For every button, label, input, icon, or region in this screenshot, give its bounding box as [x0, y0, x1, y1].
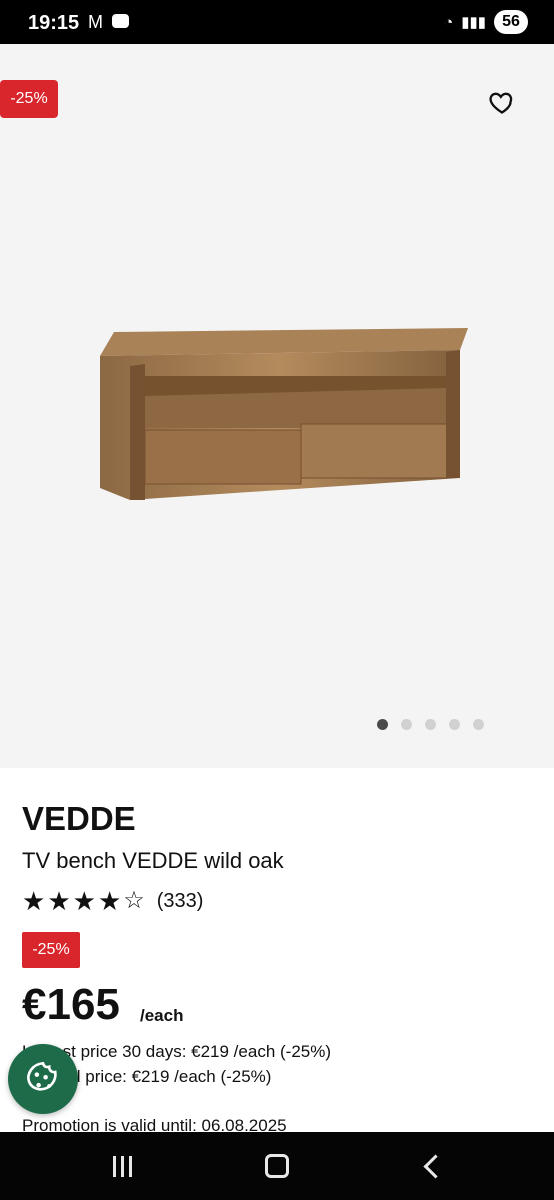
home-icon[interactable] [237, 1132, 317, 1200]
price-unit: /each [140, 1006, 184, 1025]
discount-badge: -25% [22, 932, 80, 968]
favorite-icon[interactable] [488, 88, 516, 116]
android-navigation-bar [0, 1132, 554, 1200]
product-brand: VEDDE [22, 800, 136, 837]
star-filled-icon: ★ [22, 886, 46, 916]
rating-count[interactable]: (333) [157, 890, 204, 913]
carousel-dot-5[interactable] [473, 719, 484, 730]
product-image [100, 328, 468, 500]
battery-indicator: 56 [494, 10, 528, 34]
back-icon[interactable] [392, 1132, 472, 1200]
price: €165 [22, 980, 120, 1029]
status-bar: 19:15 M ◔ ▮▮▮ 56 [0, 0, 554, 44]
message-icon [112, 14, 129, 28]
star-filled-icon: ★ [72, 886, 96, 916]
carousel-dot-1[interactable] [377, 719, 388, 730]
carousel-dot-3[interactable] [425, 719, 436, 730]
cookie-icon[interactable] [8, 1044, 78, 1114]
product-name: TV bench VEDDE wild oak [22, 848, 284, 873]
carousel-dot-4[interactable] [449, 719, 460, 730]
carousel-dot-2[interactable] [401, 719, 412, 730]
star-filled-icon: ★ [47, 886, 71, 916]
product-rating[interactable]: ★ ★ ★ ★ ☆ (333) [22, 888, 203, 914]
star-empty-icon: ☆ [123, 887, 145, 914]
hero-discount-badge: -25% [0, 80, 58, 118]
mail-icon: M [88, 12, 103, 32]
signal-icon: ▮▮▮ [461, 14, 486, 31]
star-filled-icon: ★ [97, 886, 122, 916]
status-time: 19:15 [28, 12, 80, 34]
recent-apps-icon[interactable] [82, 1132, 162, 1200]
wifi-icon: ◔ [444, 13, 454, 31]
product-image-carousel[interactable]: -25% [0, 44, 554, 768]
status-right: ◔ ▮▮▮ 56 [444, 10, 528, 34]
carousel-dots[interactable] [377, 719, 484, 730]
